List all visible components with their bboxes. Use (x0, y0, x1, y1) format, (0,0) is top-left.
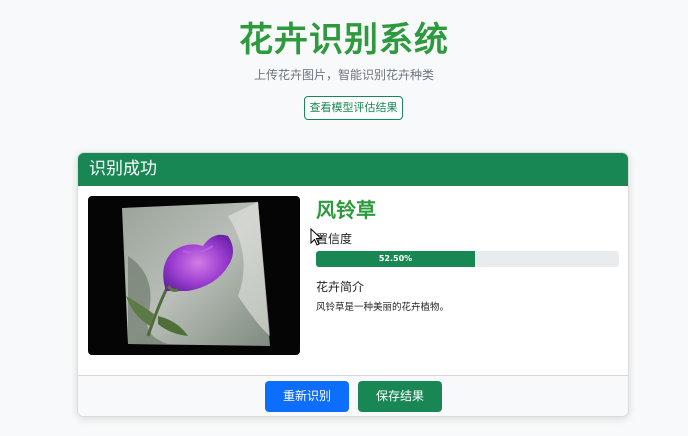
result-card-footer: 重新识别 保存结果 (78, 375, 628, 416)
retry-recognition-button[interactable]: 重新识别 (265, 381, 349, 412)
page-subtitle: 上传花卉图片，智能识别花卉种类 (253, 68, 434, 82)
view-model-evaluation-button[interactable]: 查看模型评估结果 (304, 96, 403, 120)
confidence-progress-bar: 52.50% (316, 251, 619, 267)
mouse-cursor-icon (310, 228, 322, 246)
uploaded-flower-image (88, 196, 300, 355)
flower-photo (122, 202, 270, 346)
result-card-header: 识别成功 (78, 153, 628, 186)
confidence-progress-fill: 52.50% (316, 251, 476, 267)
flower-name: 风铃草 (316, 198, 376, 222)
page-title: 花卉识别系统 (239, 20, 449, 60)
flower-intro-text: 风铃草是一种美丽的花卉植物。 (316, 302, 450, 313)
save-result-button[interactable]: 保存结果 (358, 381, 442, 412)
result-card: 识别成功 风铃草 置信度 52.50% 花卉简介 风铃草是一种美丽的花卉植物。 … (77, 152, 629, 417)
flower-intro-label: 花卉简介 (316, 280, 365, 294)
